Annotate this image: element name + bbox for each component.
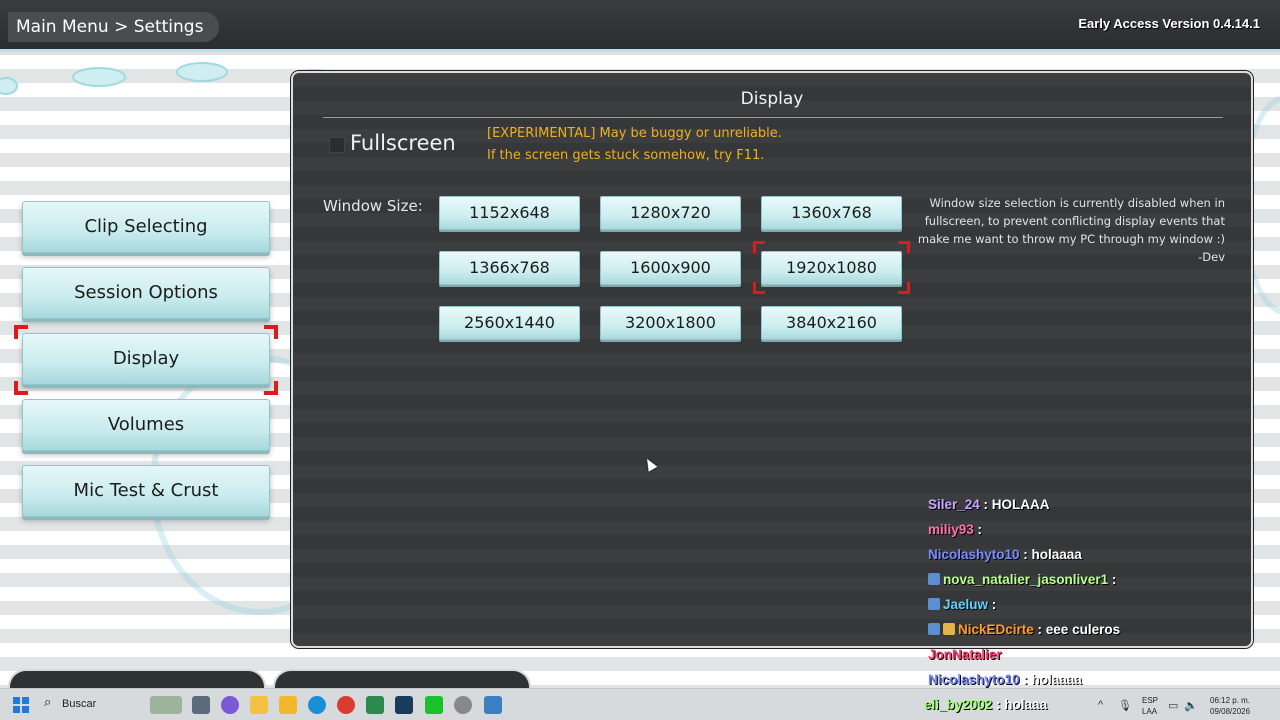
size-2560x1440-button[interactable]: 2560x1440 <box>439 306 580 340</box>
chat-username: Siler_24 <box>928 497 980 512</box>
fullscreen-checkbox[interactable] <box>329 137 345 153</box>
widgets-icon[interactable] <box>150 696 182 714</box>
chat-text: : holaaa <box>992 697 1048 712</box>
windows-start-icon[interactable] <box>13 697 29 713</box>
badge-icon <box>928 598 940 610</box>
chat-text: : holaaaa <box>1019 672 1082 687</box>
taskbar-search-input[interactable]: Buscar <box>62 698 96 710</box>
edge-icon[interactable] <box>308 696 326 714</box>
system-tray: ^ 🎙 ESP LAA ▭ 🔈 06:12 p. m. 09/08/2026 <box>1098 692 1268 720</box>
panel-title: Display <box>740 89 804 109</box>
dev-note-signature: -Dev <box>1198 250 1225 264</box>
chat-username: Nicolashyto10 <box>928 672 1020 687</box>
window-size-label: Window Size: <box>323 197 423 215</box>
language-layout[interactable]: LAA <box>1142 707 1157 717</box>
dev-note-line: make me want to throw my PC through my w… <box>917 232 1225 246</box>
game-app-icon[interactable] <box>484 696 502 714</box>
store-icon[interactable] <box>250 696 268 714</box>
copilot-icon[interactable] <box>221 696 239 714</box>
clock-date[interactable]: 09/08/2026 <box>1210 707 1250 717</box>
chat-message: NickEDcirte : eee culeros <box>928 622 1120 637</box>
chat-message: miliy93 : <box>928 522 982 537</box>
menu-clip-selecting-button[interactable]: Clip Selecting <box>22 201 270 253</box>
top-bar: Main Menu > Settings Early Access Versio… <box>0 0 1280 52</box>
chevron-up-icon[interactable]: ^ <box>1098 699 1103 711</box>
dev-note: Window size selection is currently disab… <box>913 194 1225 266</box>
dev-note-line: Window size selection is currently disab… <box>929 196 1225 210</box>
emote-icon <box>928 573 940 585</box>
chat-text: : <box>973 522 983 537</box>
menu-mic-test-button[interactable]: Mic Test & Crust <box>22 465 270 517</box>
chat-message: Jaeluw : <box>928 597 996 612</box>
chat-text: : eee culeros <box>1033 622 1121 637</box>
chat-username: Jaeluw <box>943 597 989 612</box>
file-explorer-icon[interactable] <box>279 696 297 714</box>
fullscreen-label[interactable]: Fullscreen <box>350 131 456 155</box>
clock-time[interactable]: 06:12 p. m. <box>1210 696 1250 706</box>
excel-icon[interactable] <box>366 696 384 714</box>
microphone-icon[interactable]: 🎙 <box>1118 699 1132 712</box>
taskbar: ⌕ Buscar eli_by2002 : holaaa ^ 🎙 ESP LAA… <box>0 688 1280 720</box>
task-view-icon[interactable] <box>192 696 210 714</box>
chrome-icon[interactable] <box>337 696 355 714</box>
decor-blob <box>0 77 18 95</box>
chat-message: nova_natalier_jasonliver1 : <box>928 572 1116 587</box>
size-1280x720-button[interactable]: 1280x720 <box>600 196 741 230</box>
volume-icon[interactable]: 🔈 <box>1184 699 1198 712</box>
menu-volumes-button[interactable]: Volumes <box>22 399 270 451</box>
chat-message: Siler_24 : HOLAAA <box>928 497 1050 512</box>
chat-message: JonNatalier <box>928 647 1002 662</box>
chat-text: : HOLAAA <box>979 497 1050 512</box>
chat-message: eli_by2002 : holaaa <box>924 697 1047 712</box>
chat-username: miliy93 <box>928 522 974 537</box>
chat-username: NickEDcirte <box>958 622 1034 637</box>
dev-note-line: fullscreen, to prevent conflicting displ… <box>924 214 1225 228</box>
size-1920x1080-button[interactable]: 1920x1080 <box>761 251 902 285</box>
menu-display-button[interactable]: Display <box>22 333 270 385</box>
chat-message: Nicolashyto10 : holaaaa <box>928 672 1082 687</box>
chat-username: nova_natalier_jasonliver1 <box>943 572 1109 587</box>
experimental-warning: [EXPERIMENTAL] May be buggy or unreliabl… <box>487 126 782 141</box>
size-3840x2160-button[interactable]: 3840x2160 <box>761 306 902 340</box>
steam-icon[interactable] <box>395 696 413 714</box>
chat-text: : <box>988 597 997 612</box>
size-1366x768-button[interactable]: 1366x768 <box>439 251 580 285</box>
search-icon[interactable]: ⌕ <box>44 695 51 710</box>
breadcrumb[interactable]: Main Menu > Settings <box>8 12 220 42</box>
f11-hint: If the screen gets stuck somehow, try F1… <box>487 148 765 163</box>
size-1600x900-button[interactable]: 1600x900 <box>600 251 741 285</box>
version-label: Early Access Version 0.4.14.1 <box>1078 16 1260 31</box>
decor-blob <box>72 67 126 87</box>
language-code[interactable]: ESP <box>1142 696 1158 706</box>
chat-message: Nicolashyto10 : holaaaa <box>928 547 1082 562</box>
size-3200x1800-button[interactable]: 3200x1800 <box>600 306 741 340</box>
chat-text: : holaaaa <box>1019 547 1082 562</box>
badge-icon <box>928 623 940 635</box>
network-icon[interactable]: ▭ <box>1168 699 1178 712</box>
menu-session-options-button[interactable]: Session Options <box>22 267 270 319</box>
kick-icon[interactable] <box>425 696 443 714</box>
settings-icon[interactable] <box>454 696 472 714</box>
divider <box>323 117 1223 118</box>
badge-icon <box>943 623 955 635</box>
size-1360x768-button[interactable]: 1360x768 <box>761 196 902 230</box>
chat-username: JonNatalier <box>928 647 1002 662</box>
size-1152x648-button[interactable]: 1152x648 <box>439 196 580 230</box>
display-panel: Display Fullscreen [EXPERIMENTAL] May be… <box>291 71 1253 648</box>
decor-blob <box>176 62 228 82</box>
chat-username: Nicolashyto10 <box>928 547 1020 562</box>
chat-username: eli_by2002 <box>924 697 993 712</box>
chat-text: : <box>1108 572 1117 587</box>
